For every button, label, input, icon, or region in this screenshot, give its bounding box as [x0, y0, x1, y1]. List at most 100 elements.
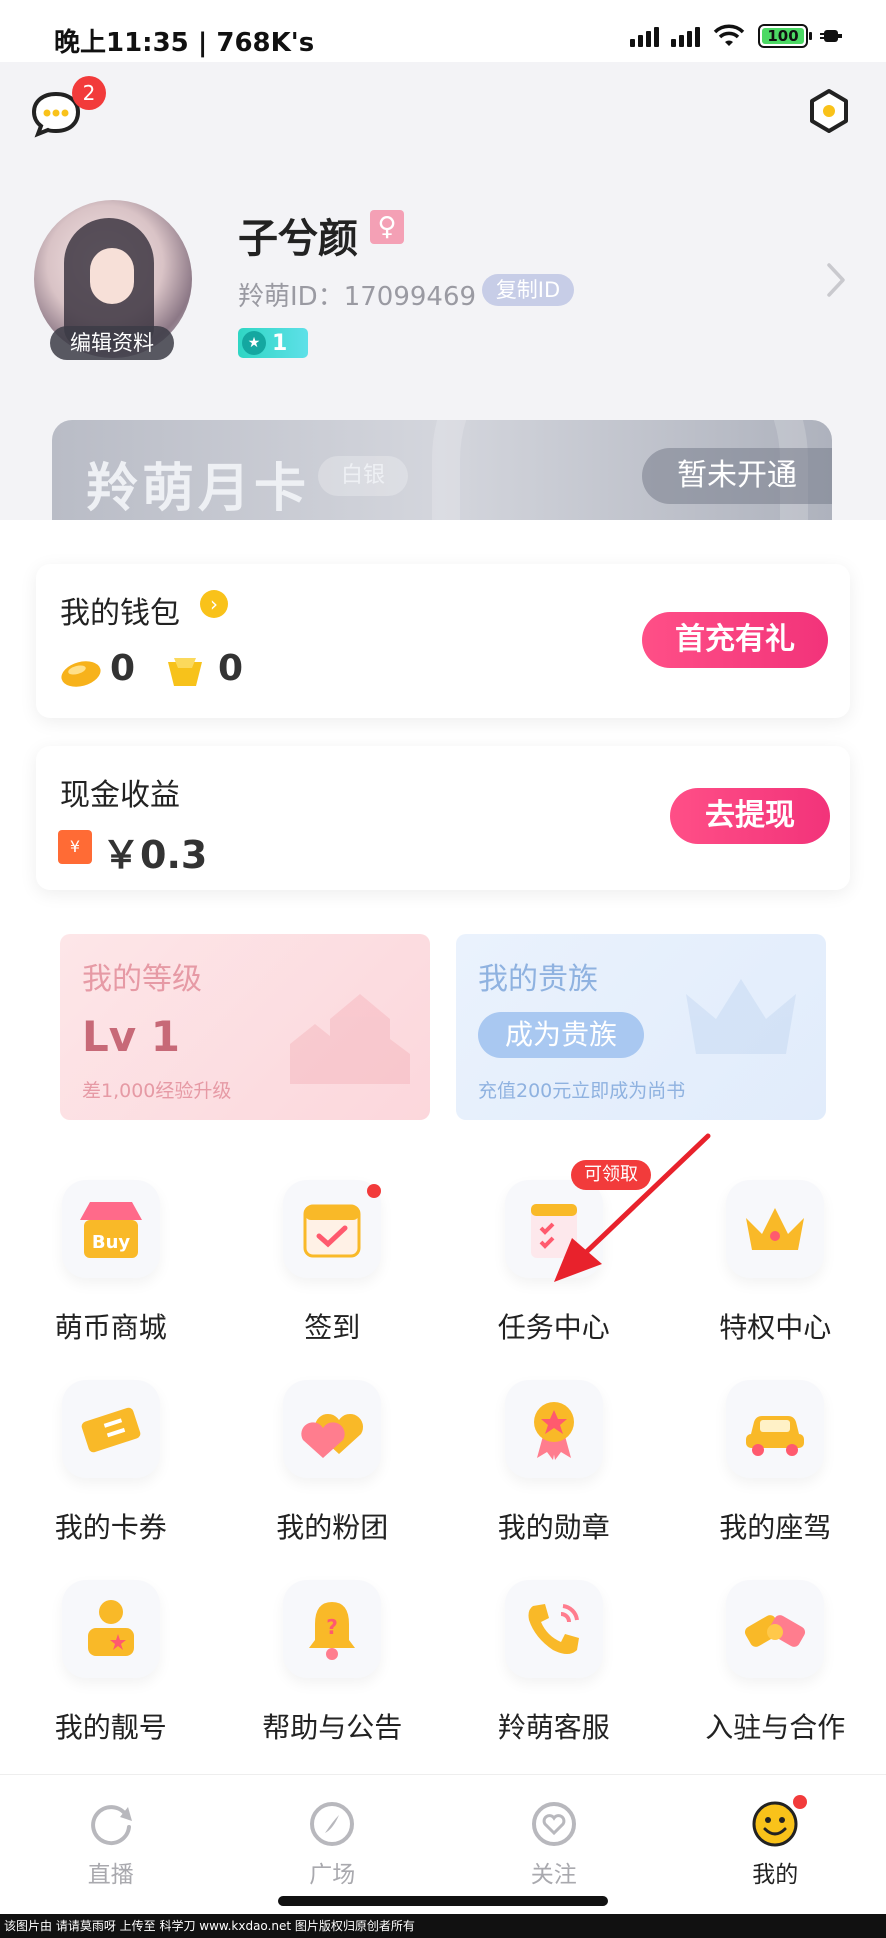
- female-gender-icon: ♀: [370, 210, 404, 244]
- wallet-arrow-icon[interactable]: ›: [200, 590, 228, 618]
- user-level-badge: ★ 1: [238, 328, 308, 358]
- watermark-footer: 该图片由 请请莫雨呀 上传至 科学刀 www.kxdao.net 图片版权归原创…: [0, 1914, 886, 1938]
- cellular-signal-icon: [630, 25, 659, 47]
- svg-text:Buy: Buy: [92, 1232, 131, 1253]
- chevron-right-icon[interactable]: [826, 262, 846, 298]
- edit-profile-button[interactable]: 编辑资料: [50, 326, 174, 360]
- grid-item-label: 特权中心: [719, 1311, 832, 1344]
- svg-text:?: ?: [326, 1615, 338, 1639]
- grid-item-label: 我的靓号: [54, 1711, 167, 1744]
- my-noble-subtitle: 充值200元立即成为尚书: [478, 1080, 686, 1102]
- grid-item-label: 我的粉团: [276, 1511, 389, 1544]
- nav-label: 广场: [309, 1862, 356, 1888]
- user-level-value: 1: [272, 330, 288, 356]
- houses-decoration-icon: [290, 994, 410, 1084]
- grid-item-my-fan-club[interactable]: 我的粉团: [222, 1370, 444, 1570]
- wifi-icon: [713, 24, 745, 46]
- grid-item-label: 签到: [304, 1311, 361, 1344]
- my-level-title: 我的等级: [82, 962, 202, 997]
- cash-icon: ¥: [58, 830, 92, 864]
- task-list-icon: [504, 1180, 603, 1278]
- coin-balance: 0: [218, 648, 244, 689]
- home-indicator[interactable]: [278, 1896, 608, 1906]
- nav-label: 我的: [752, 1862, 799, 1888]
- grid-item-my-vip-number[interactable]: 我的靓号: [0, 1570, 222, 1770]
- wallet-title: 我的钱包: [60, 596, 180, 631]
- grid-item-privilege-center[interactable]: 特权中心: [665, 1170, 886, 1370]
- charging-plug-icon: [820, 30, 842, 42]
- nav-label: 直播: [87, 1862, 134, 1888]
- medal-icon: [504, 1380, 603, 1478]
- status-time: 晚上11:35 | 768K's: [54, 28, 315, 58]
- settings-gear-icon[interactable]: [806, 88, 852, 134]
- grid-item-label: 我的卡券: [54, 1511, 167, 1544]
- nav-item-square[interactable]: 广场: [222, 1775, 444, 1910]
- first-charge-button[interactable]: 首充有礼: [642, 612, 828, 668]
- cash-earnings-card[interactable]: 现金收益 ¥ ￥0.3 去提现: [36, 746, 850, 890]
- hearts-icon: [283, 1380, 382, 1478]
- nav-item-follow[interactable]: 关注: [443, 1775, 665, 1910]
- feature-grid: Buy 萌币商城 签到 可领取 任务中心 特权中心 我的卡券 我的粉团 我的勋章…: [0, 1160, 886, 1770]
- bell-icon: ?: [283, 1580, 382, 1678]
- grid-item-shop[interactable]: Buy 萌币商城: [0, 1170, 222, 1370]
- notification-dot: [367, 1184, 382, 1198]
- grid-item-task-center[interactable]: 可领取 任务中心: [443, 1160, 665, 1370]
- cash-earnings-title: 现金收益: [60, 778, 180, 813]
- grid-item-label: 萌币商城: [54, 1311, 167, 1344]
- grid-item-checkin[interactable]: 签到: [222, 1170, 444, 1370]
- shop-icon: Buy: [61, 1180, 160, 1278]
- nav-item-live[interactable]: 直播: [0, 1775, 222, 1910]
- bottom-navigation: 直播 广场 关注 我的: [0, 1774, 886, 1910]
- avatar-face: [90, 248, 134, 304]
- vip-user-icon: [61, 1580, 160, 1678]
- bean-icon: [61, 661, 101, 687]
- grid-item-my-medals[interactable]: 我的勋章: [443, 1370, 665, 1570]
- month-card-status-button[interactable]: 暂未开通: [642, 448, 832, 504]
- grid-item-help-announcements[interactable]: ? 帮助与公告: [222, 1570, 444, 1770]
- car-icon: [726, 1380, 825, 1478]
- my-level-card[interactable]: 我的等级 Lv 1 差1,000经验升级: [60, 934, 430, 1120]
- withdraw-button[interactable]: 去提现: [670, 788, 830, 844]
- nav-item-mine[interactable]: 我的: [665, 1775, 886, 1910]
- claimable-badge: 可领取: [571, 1160, 651, 1190]
- notification-dot: [792, 1795, 807, 1809]
- my-level-subtitle: 差1,000经验升级: [82, 1080, 232, 1102]
- copy-id-button[interactable]: 复制ID: [482, 274, 574, 306]
- cellular-signal-2-icon: [671, 25, 700, 47]
- cash-balance: ￥0.3: [102, 833, 208, 877]
- nav-label: 关注: [530, 1862, 577, 1888]
- gold-coin-icon: [168, 658, 202, 686]
- grid-item-partnership[interactable]: 入驻与合作: [665, 1570, 886, 1770]
- grid-item-label: 我的座驾: [719, 1511, 832, 1544]
- grid-item-label: 羚萌客服: [497, 1711, 610, 1744]
- grid-item-label: 帮助与公告: [262, 1711, 403, 1744]
- month-card-title: 羚萌月卡: [86, 459, 311, 519]
- calendar-check-icon: [283, 1180, 382, 1278]
- crown-decoration-icon: [686, 979, 796, 1054]
- message-count-badge: 2: [72, 76, 106, 110]
- bean-balance: 0: [110, 648, 136, 689]
- live-icon: [90, 1805, 132, 1846]
- wallet-card[interactable]: 我的钱包 › 0 0 首充有礼: [36, 564, 850, 718]
- grid-item-customer-service[interactable]: 羚萌客服: [443, 1570, 665, 1770]
- crown-icon: [726, 1180, 825, 1278]
- battery-icon: 100: [758, 24, 812, 48]
- phone-icon: [504, 1580, 603, 1678]
- my-noble-title: 我的贵族: [478, 962, 598, 997]
- month-card-tier: 白银: [318, 456, 408, 496]
- compass-icon: [310, 1802, 355, 1846]
- username: 子兮颜: [238, 216, 358, 262]
- ticket-icon: [61, 1380, 160, 1478]
- grid-item-my-coupons[interactable]: 我的卡券: [0, 1370, 222, 1570]
- handshake-icon: [726, 1580, 825, 1678]
- status-bar: 晚上11:35 | 768K's 100: [0, 0, 886, 62]
- grid-item-label: 我的勋章: [497, 1511, 610, 1544]
- grid-item-my-car[interactable]: 我的座驾: [665, 1370, 886, 1570]
- status-icons: 100: [630, 24, 842, 48]
- my-noble-card[interactable]: 我的贵族 成为贵族 充值200元立即成为尚书: [456, 934, 826, 1120]
- become-noble-button[interactable]: 成为贵族: [478, 1012, 644, 1058]
- grid-item-label: 入驻与合作: [705, 1711, 846, 1744]
- star-icon: ★: [242, 331, 266, 355]
- month-card-banner[interactable]: 羚萌月卡 白银 暂未开通: [52, 420, 832, 520]
- my-level-value: Lv 1: [82, 1012, 180, 1061]
